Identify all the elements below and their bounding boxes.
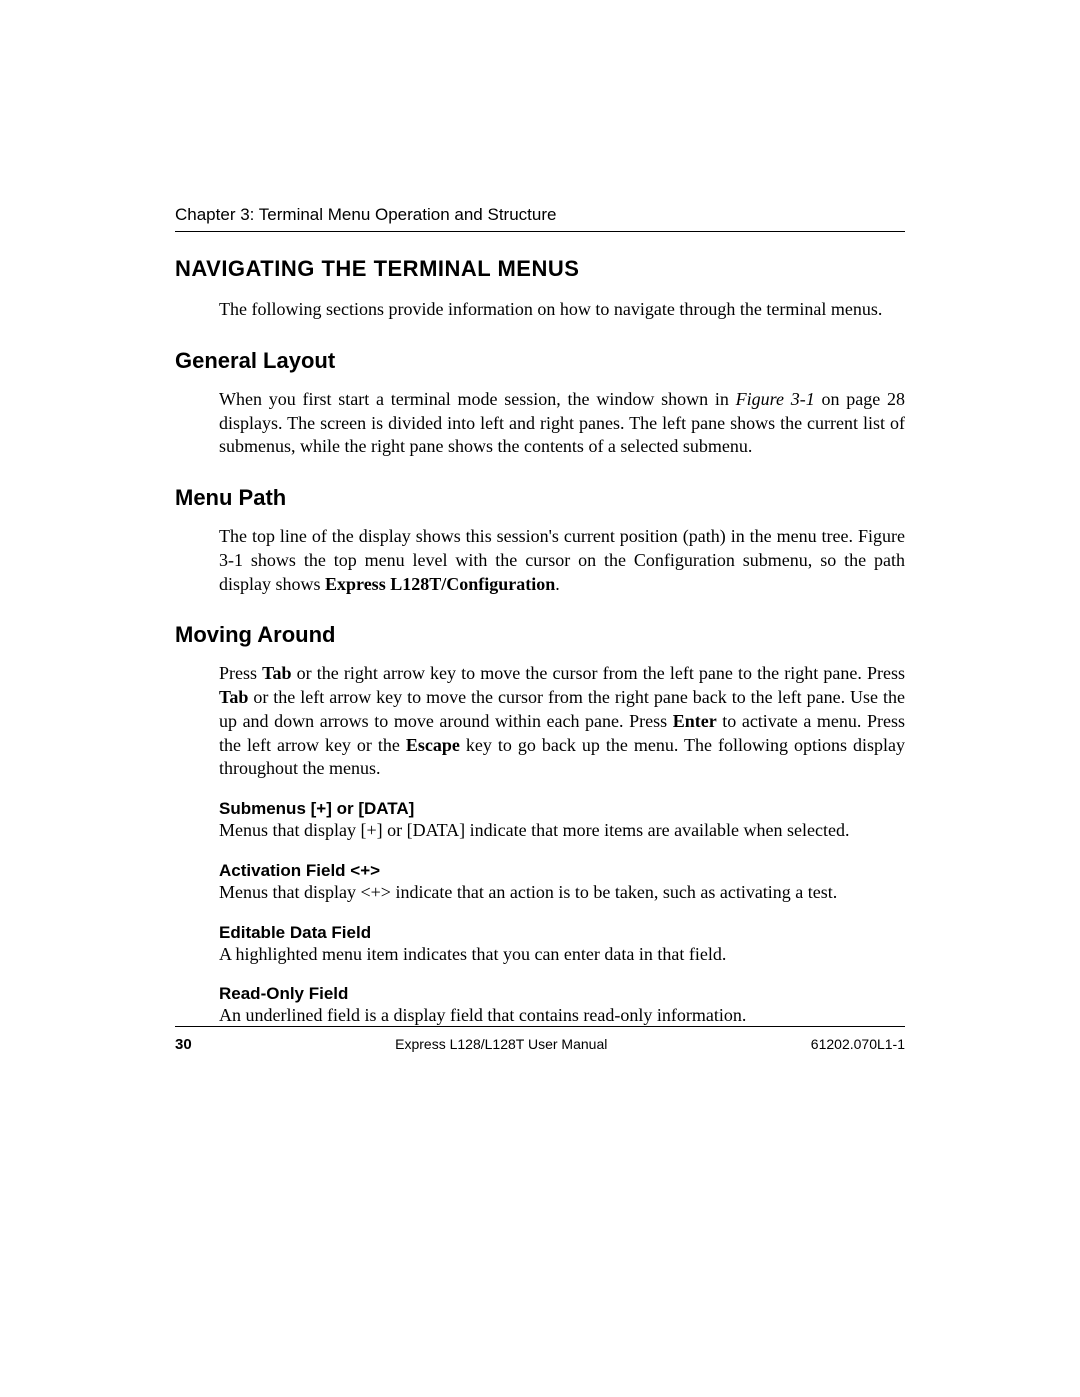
editable-data-field-text: A highlighted menu item indicates that y… <box>219 943 905 967</box>
path-display-text: Express L128T/Configuration <box>325 574 555 594</box>
figure-reference: Figure 3-1 <box>736 389 815 409</box>
read-only-field-text: An underlined field is a display field t… <box>219 1004 905 1028</box>
text-fragment: The top line of the display shows this s… <box>219 526 905 594</box>
subheading-activation-field: Activation Field <+> <box>219 861 905 881</box>
page-title: NAVIGATING THE TERMINAL MENUS <box>175 256 905 282</box>
key-enter: Enter <box>673 711 717 731</box>
subheading-submenus: Submenus [+] or [DATA] <box>219 799 905 819</box>
footer-rule <box>175 1026 905 1027</box>
footer-document-code: 61202.070L1-1 <box>811 1036 905 1052</box>
key-escape: Escape <box>406 735 460 755</box>
text-fragment: or the right arrow key to move the curso… <box>292 663 906 683</box>
moving-around-paragraph: Press Tab or the right arrow key to move… <box>219 662 905 781</box>
footer-center-text: Express L128/L128T User Manual <box>395 1036 607 1052</box>
text-fragment: . <box>555 574 560 594</box>
key-tab: Tab <box>262 663 291 683</box>
general-layout-paragraph: When you first start a terminal mode ses… <box>219 388 905 459</box>
heading-general-layout: General Layout <box>175 348 905 374</box>
heading-moving-around: Moving Around <box>175 622 905 648</box>
intro-paragraph: The following sections provide informati… <box>219 298 905 322</box>
page-footer: 30 Express L128/L128T User Manual 61202.… <box>175 1036 905 1053</box>
heading-menu-path: Menu Path <box>175 485 905 511</box>
subheading-editable-data-field: Editable Data Field <box>219 923 905 943</box>
subheading-read-only-field: Read-Only Field <box>219 984 905 1004</box>
activation-field-text: Menus that display <+> indicate that an … <box>219 881 905 905</box>
submenus-text: Menus that display [+] or [DATA] indicat… <box>219 819 905 843</box>
document-page: Chapter 3: Terminal Menu Operation and S… <box>0 0 1080 1397</box>
chapter-header: Chapter 3: Terminal Menu Operation and S… <box>175 205 905 225</box>
menu-path-paragraph: The top line of the display shows this s… <box>219 525 905 596</box>
text-fragment: Press <box>219 663 262 683</box>
text-fragment: When you first start a terminal mode ses… <box>219 389 736 409</box>
header-rule <box>175 231 905 232</box>
key-tab: Tab <box>219 687 248 707</box>
page-number: 30 <box>175 1036 192 1053</box>
